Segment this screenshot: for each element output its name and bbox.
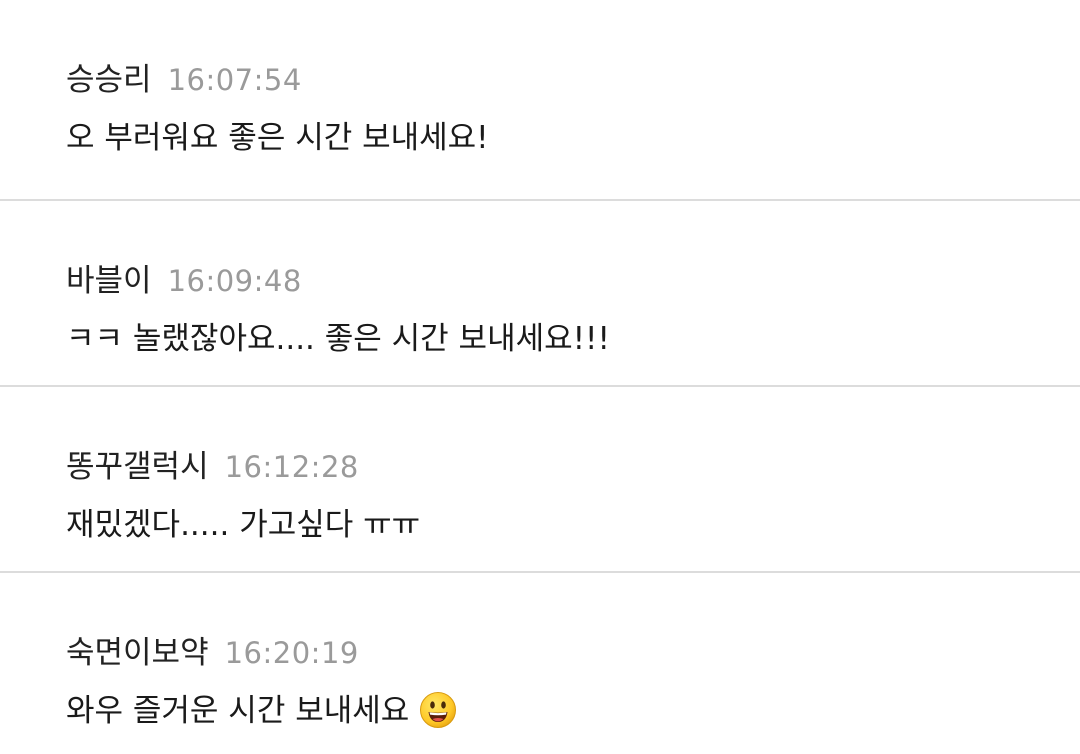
comment-item[interactable]: 승승리 16:07:54 오 부러워요 좋은 시간 보내세요! xyxy=(0,0,1080,201)
smiling-face-emoji-icon xyxy=(419,691,457,737)
comment-header: 똥꾸갤럭시 16:12:28 xyxy=(66,441,359,486)
comment-list: 승승리 16:07:54 오 부러워요 좋은 시간 보내세요! 바블이 16:0… xyxy=(0,0,1080,754)
comment-text: ㅋㅋ 놀랬잖아요.... 좋은 시간 보내세요!!! xyxy=(66,321,610,357)
comment-timestamp: 16:09:48 xyxy=(167,264,302,298)
comment-author[interactable]: 바블이 xyxy=(66,255,152,300)
comment-item[interactable]: 숙면이보약 16:20:19 와우 즐거운 시간 보내세요 xyxy=(0,573,1080,754)
comment-text: 재밌겠다..... 가고싶다 ㅠㅠ xyxy=(66,507,421,543)
comment-timestamp: 16:07:54 xyxy=(167,63,302,97)
comment-item[interactable]: 똥꾸갤럭시 16:12:28 재밌겠다..... 가고싶다 ㅠㅠ xyxy=(0,387,1080,573)
comment-timestamp: 16:20:19 xyxy=(224,636,359,670)
comment-header: 바블이 16:09:48 xyxy=(66,255,302,300)
comment-item[interactable]: 바블이 16:09:48 ㅋㅋ 놀랬잖아요.... 좋은 시간 보내세요!!! xyxy=(0,201,1080,387)
comment-header: 숙면이보약 16:20:19 xyxy=(66,627,359,672)
comment-author[interactable]: 숙면이보약 xyxy=(66,627,209,672)
comment-author[interactable]: 승승리 xyxy=(66,54,152,99)
comment-body: 와우 즐거운 시간 보내세요 xyxy=(66,685,457,737)
comment-author[interactable]: 똥꾸갤럭시 xyxy=(66,441,209,486)
comment-header: 승승리 16:07:54 xyxy=(66,54,302,99)
comment-timestamp: 16:12:28 xyxy=(224,450,359,484)
comment-text: 와우 즐거운 시간 보내세요 xyxy=(66,693,410,729)
comment-text: 오 부러워요 좋은 시간 보내세요! xyxy=(66,120,489,156)
